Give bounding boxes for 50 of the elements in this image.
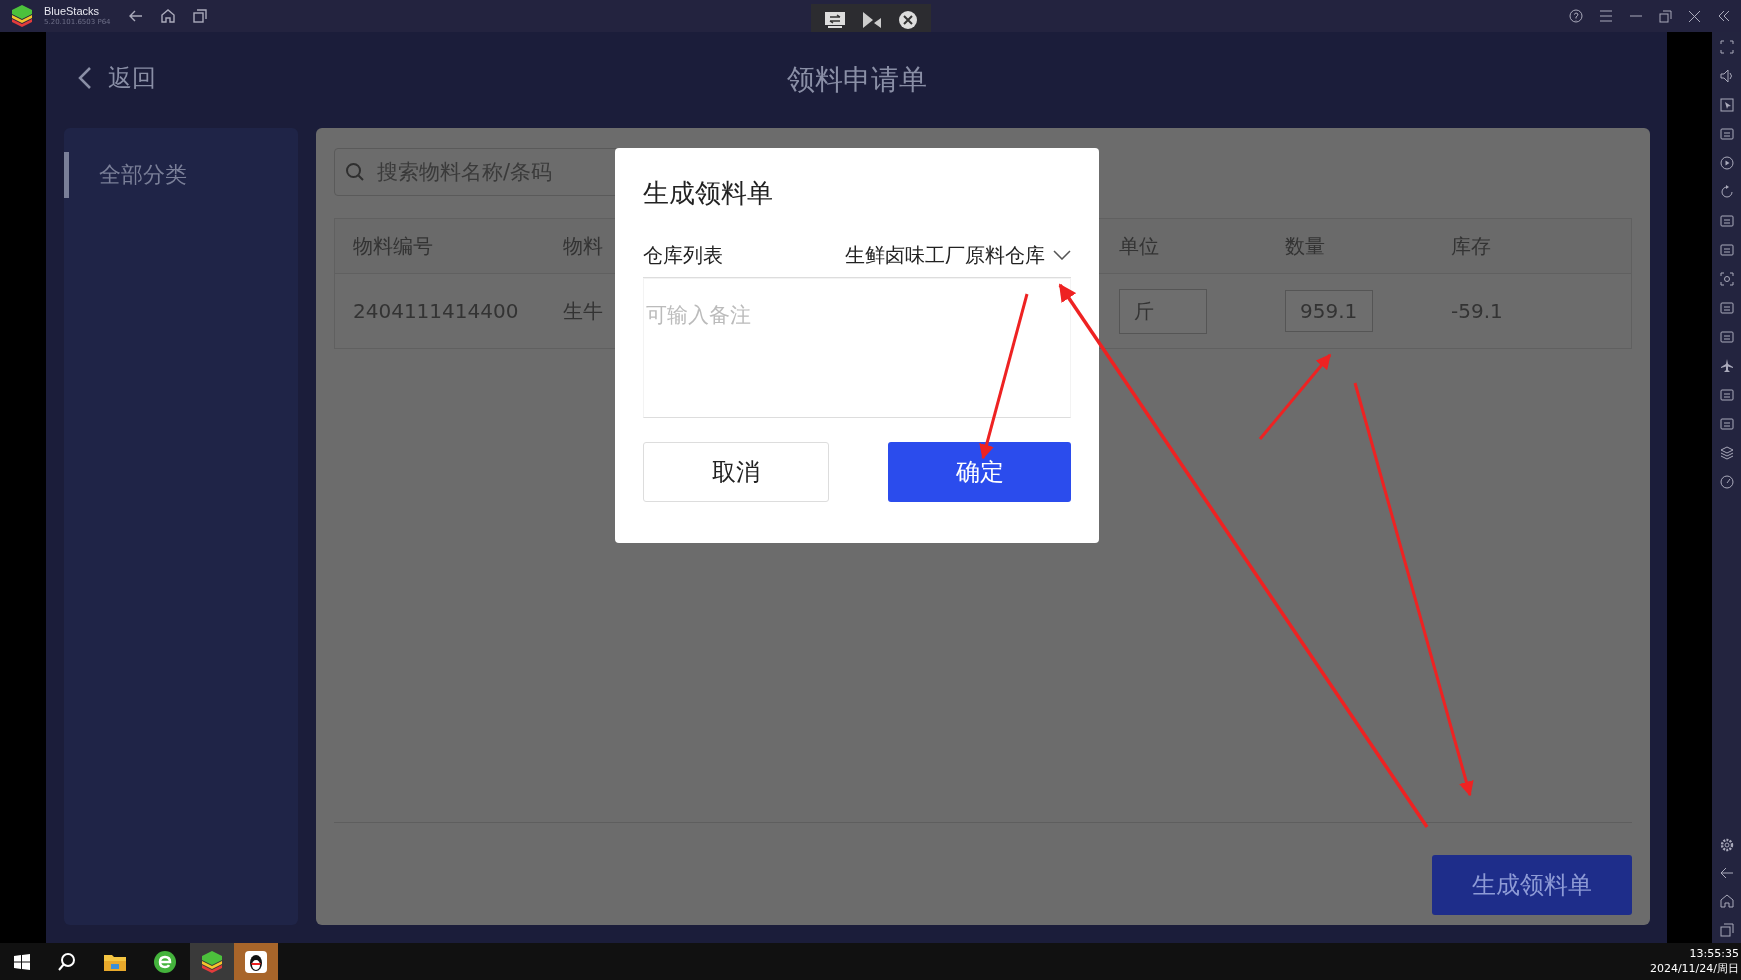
- penguin-icon[interactable]: [245, 950, 267, 973]
- speaker-icon[interactable]: [1719, 69, 1734, 83]
- page-title: 领料申请单: [786, 62, 927, 98]
- category-item[interactable]: 全部分类: [64, 152, 298, 198]
- windows-logo-icon[interactable]: [14, 953, 30, 970]
- collapse-icon[interactable]: [1717, 10, 1731, 22]
- help-icon[interactable]: [1569, 9, 1583, 23]
- table-cell: 2404111414400: [353, 299, 519, 323]
- stack-logo-icon[interactable]: [200, 950, 224, 973]
- search-icon[interactable]: [57, 951, 77, 972]
- chevron-left-icon[interactable]: [78, 66, 92, 90]
- confirm-button[interactable]: 确定: [888, 442, 1071, 502]
- windows-icon[interactable]: [1719, 923, 1734, 937]
- clock-time: 13:55:35: [1689, 946, 1739, 962]
- expand-icon[interactable]: [1719, 40, 1734, 54]
- back-arrow-icon[interactable]: [1719, 867, 1734, 879]
- search-icon: [345, 162, 365, 182]
- camera-icon[interactable]: [1719, 272, 1734, 286]
- warehouse-dropdown[interactable]: 生鲜卤味工厂原料仓库: [845, 241, 1071, 269]
- chevron-down-icon: [1053, 250, 1071, 260]
- browser-icon[interactable]: [153, 949, 177, 974]
- back-arrow-icon[interactable]: [128, 10, 143, 22]
- minimize-icon[interactable]: [1629, 15, 1643, 17]
- menu-icon[interactable]: [1599, 10, 1613, 22]
- close-icon[interactable]: [1688, 9, 1701, 23]
- layers-icon[interactable]: [1719, 446, 1734, 460]
- column-header: 库存: [1451, 233, 1491, 258]
- settings-icon[interactable]: [1719, 838, 1734, 852]
- stack-logo-icon: [10, 5, 34, 27]
- table-cell: -59.1: [1451, 299, 1503, 323]
- table-cell: 生牛: [563, 298, 603, 323]
- swap-screen-icon[interactable]: [824, 12, 845, 28]
- restore-icon[interactable]: [1659, 9, 1672, 23]
- plane-icon[interactable]: [1719, 359, 1734, 373]
- play-icon[interactable]: [1719, 156, 1734, 170]
- generate-button[interactable]: 生成领料单: [1432, 855, 1632, 915]
- home-icon[interactable]: [1719, 894, 1734, 908]
- clock-date: 2024/11/24/周日: [1649, 961, 1739, 977]
- close-circle-icon[interactable]: [898, 11, 917, 29]
- gauge-icon[interactable]: [1719, 475, 1734, 489]
- refresh-icon[interactable]: [1719, 185, 1734, 199]
- flip-icon[interactable]: [862, 12, 881, 28]
- windows-icon[interactable]: [192, 9, 207, 23]
- cancel-button[interactable]: 取消: [643, 442, 829, 502]
- app-name: BlueStacks: [44, 6, 101, 17]
- back-link[interactable]: 返回: [108, 62, 156, 94]
- home-icon[interactable]: [160, 9, 175, 23]
- pointer-icon[interactable]: [1719, 98, 1734, 112]
- field-label: 仓库列表: [643, 241, 723, 269]
- note-field[interactable]: 可输入备注: [643, 278, 1071, 418]
